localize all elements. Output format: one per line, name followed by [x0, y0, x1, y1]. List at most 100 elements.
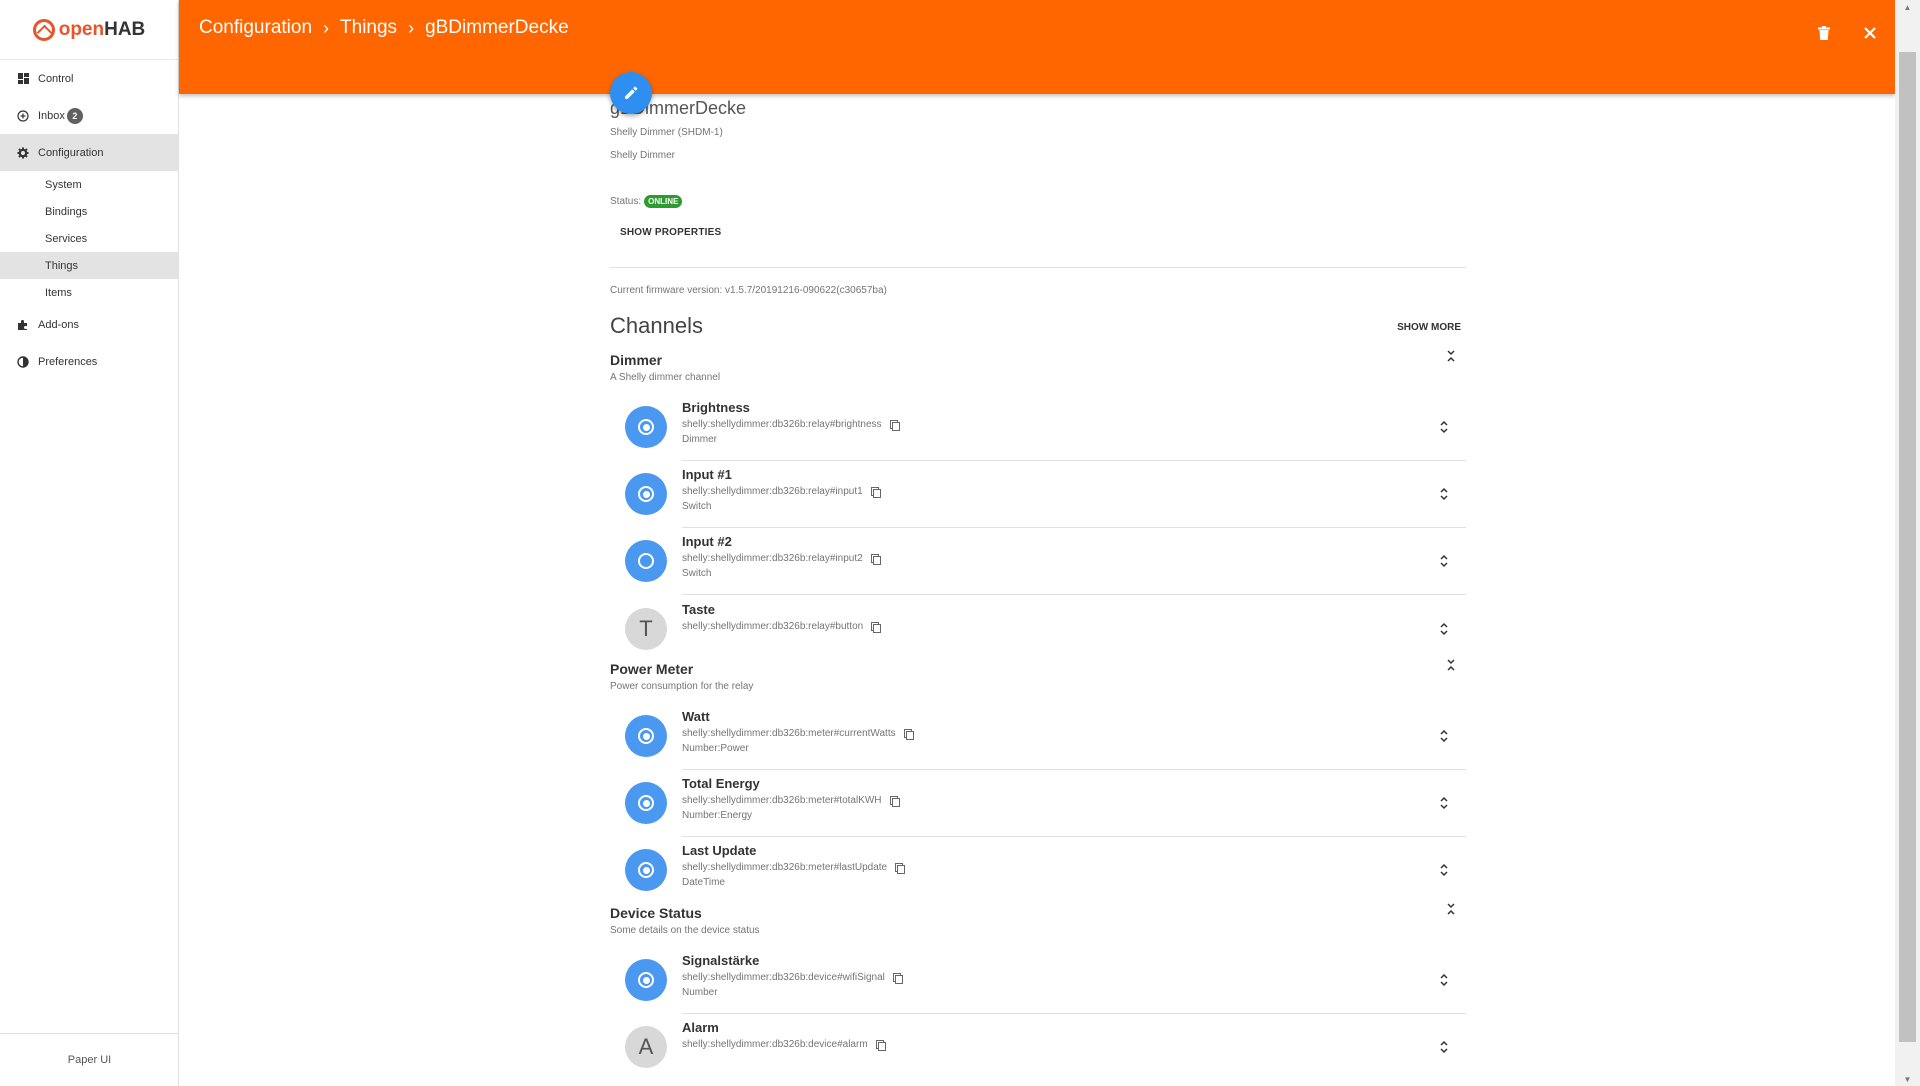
channel-uid-text: shelly:shellydimmer:db326b:relay#input1 [682, 486, 863, 497]
copy-icon[interactable] [871, 621, 882, 633]
channel-linked-icon[interactable] [625, 782, 667, 824]
expand-icon [1440, 622, 1448, 636]
show-more-button[interactable]: SHOW MORE [1397, 322, 1461, 333]
channel-linked-icon[interactable] [625, 473, 667, 515]
channel-expand-button[interactable] [1437, 620, 1451, 638]
sidebar-item-inbox[interactable]: Inbox 2 [0, 97, 178, 134]
sidebar-item-label: Preferences [38, 355, 98, 368]
channels-heading: Channels [610, 313, 703, 338]
channel-expand-button[interactable] [1437, 727, 1451, 745]
close-button[interactable] [1857, 20, 1883, 46]
copy-icon[interactable] [870, 553, 881, 565]
channel-uid: shelly:shellydimmer:db326b:relay#brightn… [682, 419, 900, 431]
radio-checked-icon [638, 972, 654, 988]
scrollbar-thumb[interactable] [1899, 52, 1916, 1042]
sidebar-subitem-items[interactable]: Items [0, 279, 178, 306]
channel-group-description: A Shelly dimmer channel [610, 372, 721, 383]
channel-linked-icon[interactable] [625, 959, 667, 1001]
channel-uid-text: shelly:shellydimmer:db326b:device#alarm [682, 1039, 868, 1050]
group-collapse-button[interactable] [1443, 657, 1459, 673]
channel-name: Watt [682, 709, 710, 724]
channel-name: Total Energy [682, 776, 760, 791]
expand-icon [1440, 1040, 1448, 1054]
sidebar-subitem-bindings[interactable]: Bindings [0, 198, 178, 225]
channel-row: Input #1 shelly:shellydimmer:db326b:relay… [610, 461, 1466, 528]
channel-group-title: Power Meter [610, 661, 694, 677]
openhab-logo[interactable]: openHAB [0, 0, 178, 60]
scroll-up-arrow[interactable]: ▲ [1895, 0, 1920, 14]
channel-linked-icon[interactable] [625, 406, 667, 448]
show-properties-button[interactable]: SHOW PROPERTIES [620, 227, 721, 238]
channel-uid-text: shelly:shellydimmer:db326b:relay#brightn… [682, 419, 882, 430]
copy-icon[interactable] [895, 862, 906, 874]
thing-description: Shelly Dimmer [610, 150, 676, 161]
channel-expand-button[interactable] [1437, 794, 1451, 812]
channel-expand-button[interactable] [1437, 485, 1451, 503]
status-badge: ONLINE [644, 195, 683, 208]
delete-button[interactable] [1811, 20, 1837, 46]
channel-expand-button[interactable] [1437, 1038, 1451, 1056]
sidebar-item-addons[interactable]: Add-ons [0, 306, 178, 343]
channel-uid: shelly:shellydimmer:db326b:relay#input2 [682, 553, 881, 565]
scrollbar[interactable]: ▲ ▼ [1895, 0, 1920, 1086]
channel-expand-button[interactable] [1437, 861, 1451, 879]
group-collapse-button[interactable] [1443, 901, 1459, 917]
channel-item-type: Switch [682, 501, 712, 512]
pencil-icon [625, 86, 638, 99]
radio-checked-icon [638, 486, 654, 502]
breadcrumb-configuration[interactable]: Configuration [199, 17, 312, 39]
channel-item-type: DateTime [682, 877, 725, 888]
expand-icon [1440, 487, 1448, 501]
puzzle-icon [16, 318, 30, 332]
channel-unlinked-icon[interactable] [625, 540, 667, 582]
breadcrumb-things[interactable]: Things [340, 17, 397, 39]
sidebar-item-control[interactable]: Control [0, 60, 178, 97]
group-collapse-button[interactable] [1443, 348, 1459, 364]
channel-letter-avatar[interactable]: A [625, 1026, 667, 1068]
channel-uid-text: shelly:shellydimmer:db326b:meter#lastUpd… [682, 862, 888, 873]
channel-item-type: Switch [682, 568, 712, 579]
channel-linked-icon[interactable] [625, 849, 667, 891]
radio-checked-icon [638, 419, 654, 435]
sidebar-item-preferences[interactable]: Preferences [0, 343, 178, 380]
channel-item-type: Number:Energy [682, 810, 753, 821]
channel-item-type: Number:Power [682, 743, 749, 754]
copy-icon[interactable] [870, 486, 881, 498]
plus-circle-icon [16, 109, 30, 123]
close-icon [1864, 27, 1876, 39]
copy-icon[interactable] [889, 419, 900, 431]
channel-expand-button[interactable] [1437, 552, 1451, 570]
channel-linked-icon[interactable] [625, 715, 667, 757]
channel-name: Input #1 [682, 467, 732, 482]
copy-icon[interactable] [875, 1039, 886, 1051]
channel-group-title: Dimmer [610, 352, 663, 368]
scroll-down-arrow[interactable]: ▼ [1895, 1072, 1920, 1086]
sidebar-subitem-things[interactable]: Things [0, 252, 178, 279]
contrast-icon [16, 355, 30, 369]
channel-uid-text: shelly:shellydimmer:db326b:relay#button [682, 621, 864, 632]
copy-icon[interactable] [889, 795, 900, 807]
expand-icon [1440, 796, 1448, 810]
channel-uid-text: shelly:shellydimmer:db326b:device#wifiSi… [682, 972, 885, 983]
channel-name: Signalstärke [682, 953, 760, 968]
channel-letter-avatar[interactable]: T [625, 608, 667, 650]
sidebar: openHAB Control Inbox 2 Configuration Sy… [0, 0, 179, 1086]
sidebar-subitem-services[interactable]: Services [0, 225, 178, 252]
channel-expand-button[interactable] [1437, 971, 1451, 989]
copy-icon[interactable] [903, 728, 914, 740]
channel-uid: shelly:shellydimmer:db326b:relay#input1 [682, 486, 881, 498]
channel-row: T Taste shelly:shellydimmer:db326b:relay#b… [610, 596, 1466, 663]
sidebar-subitem-system[interactable]: System [0, 171, 178, 198]
breadcrumb-separator: › [323, 17, 330, 38]
channel-uid: shelly:shellydimmer:db326b:device#alarm [682, 1039, 886, 1051]
collapse-icon [1447, 903, 1455, 915]
channel-item-type: Dimmer [682, 434, 717, 445]
copy-icon[interactable] [892, 972, 903, 984]
sidebar-item-configuration[interactable]: Configuration [0, 134, 178, 171]
channel-expand-button[interactable] [1437, 418, 1451, 436]
channel-row: Total Energy shelly:shellydimmer:db326b:m… [610, 770, 1466, 837]
row-divider [682, 594, 1466, 595]
radio-checked-icon [638, 795, 654, 811]
collapse-icon [1447, 659, 1455, 671]
edit-thing-button[interactable] [610, 72, 652, 114]
